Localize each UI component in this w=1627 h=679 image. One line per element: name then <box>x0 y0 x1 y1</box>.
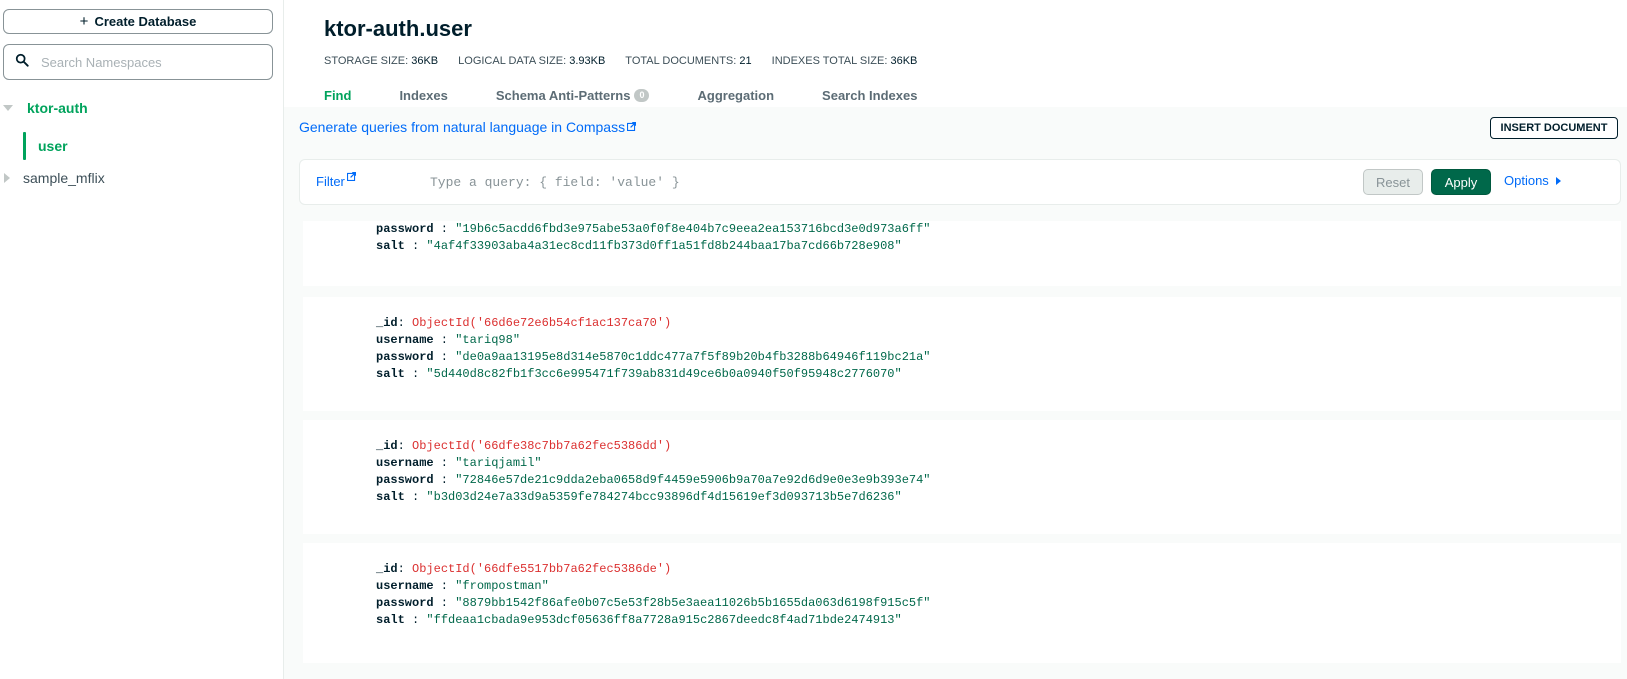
tab-schema-anti-patterns[interactable]: Schema Anti-Patterns 0 <box>496 86 650 104</box>
count-badge: 0 <box>634 88 650 102</box>
search-namespaces-input[interactable] <box>41 54 251 70</box>
field-salt[interactable]: salt : "b3d03d24e7a33d9a5359fe784274bcc9… <box>376 489 931 506</box>
document-fields: _id: ObjectId('66d6e72e6b54cf1ac137ca70'… <box>376 315 931 383</box>
field-username[interactable]: username : "frompostman" <box>376 578 931 595</box>
document-card[interactable]: _id: ObjectId('66dfe38c7bb7a62fec5386dd'… <box>303 420 1621 534</box>
document-fields: _id: ObjectId('66dfe5517bb7a62fec5386de'… <box>376 561 931 629</box>
field-password[interactable]: password : "8879bb1542f86afe0b07c5e53f28… <box>376 595 931 612</box>
natural-language-link[interactable]: Generate queries from natural language i… <box>299 119 637 135</box>
field-username[interactable]: username : "tariq98" <box>376 332 931 349</box>
tab-indexes[interactable]: Indexes <box>399 86 447 104</box>
main-panel: ktor-auth.user STORAGE SIZE: 36KB LOGICA… <box>284 0 1627 679</box>
tab-aggregation[interactable]: Aggregation <box>697 86 774 104</box>
query-bar: Filter Reset Apply Options <box>299 159 1621 205</box>
search-namespaces-box[interactable] <box>3 44 273 80</box>
document-list: password : "19b6c5acdd6fbd3e975abe53a0f0… <box>303 221 1621 679</box>
external-link-icon <box>627 122 637 131</box>
total-documents-stat: TOTAL DOCUMENTS: 21 <box>625 55 752 67</box>
caret-right-icon <box>1555 176 1561 185</box>
document-card[interactable]: password : "19b6c5acdd6fbd3e975abe53a0f0… <box>303 221 1621 286</box>
collection-stats: STORAGE SIZE: 36KB LOGICAL DATA SIZE: 3.… <box>324 55 917 67</box>
tab-bar: Find Indexes Schema Anti-Patterns 0 Aggre… <box>324 86 965 108</box>
filter-link[interactable]: Filter <box>316 172 356 189</box>
tab-find[interactable]: Find <box>324 86 351 104</box>
caret-right-icon[interactable] <box>4 173 10 183</box>
field-salt[interactable]: salt : "4af4f33903aba4a31ec8cd11fb373d0f… <box>376 238 931 255</box>
field-id[interactable]: _id: ObjectId('66dfe38c7bb7a62fec5386dd'… <box>376 438 931 455</box>
create-database-label: Create Database <box>94 14 197 29</box>
logical-size-stat: LOGICAL DATA SIZE: 3.93KB <box>458 55 606 67</box>
field-id[interactable]: _id: ObjectId('66dfe5517bb7a62fec5386de'… <box>376 561 931 578</box>
field-salt[interactable]: salt : "ffdeaa1cbada9e953dcf05636ff8a772… <box>376 612 931 629</box>
documents-area: Generate queries from natural language i… <box>284 107 1627 679</box>
document-card[interactable]: _id: ObjectId('66d6e72e6b54cf1ac137ca70'… <box>303 297 1621 411</box>
document-fields: password : "19b6c5acdd6fbd3e975abe53a0f0… <box>376 221 931 255</box>
database-label: ktor-auth <box>27 100 88 116</box>
field-password[interactable]: password : "de0a9aa13195e8d314e5870c1ddc… <box>376 349 931 366</box>
search-icon <box>15 53 29 72</box>
sidebar-item-sample-mflix[interactable]: sample_mflix <box>0 167 283 189</box>
sidebar-item-ktor-auth[interactable]: ktor-auth <box>0 98 283 120</box>
collection-label: user <box>38 138 68 154</box>
indexes-size-stat: INDEXES TOTAL SIZE: 36KB <box>771 55 918 67</box>
insert-document-button[interactable]: INSERT DOCUMENT <box>1490 117 1618 139</box>
options-button[interactable]: Options <box>1504 173 1561 188</box>
active-indicator <box>23 132 26 160</box>
field-id[interactable]: _id: ObjectId('66d6e72e6b54cf1ac137ca70'… <box>376 315 931 332</box>
caret-down-icon[interactable] <box>3 105 13 111</box>
sidebar: + Create Database ktor-auth user sample_… <box>0 0 284 679</box>
query-input[interactable] <box>430 170 1370 194</box>
external-link-icon <box>346 172 356 181</box>
sidebar-item-user[interactable]: user <box>0 132 283 160</box>
field-password[interactable]: password : "19b6c5acdd6fbd3e975abe53a0f0… <box>376 221 931 238</box>
storage-size-stat: STORAGE SIZE: 36KB <box>324 55 439 67</box>
database-label: sample_mflix <box>23 170 105 186</box>
apply-button[interactable]: Apply <box>1431 169 1491 195</box>
document-card[interactable]: _id: ObjectId('66dfe5517bb7a62fec5386de'… <box>303 543 1621 663</box>
tab-search-indexes[interactable]: Search Indexes <box>822 86 917 104</box>
page-title: ktor-auth.user <box>324 16 472 41</box>
document-fields: _id: ObjectId('66dfe38c7bb7a62fec5386dd'… <box>376 438 931 506</box>
create-database-button[interactable]: + Create Database <box>3 9 273 34</box>
field-username[interactable]: username : "tariqjamil" <box>376 455 931 472</box>
plus-icon: + <box>79 13 89 30</box>
reset-button[interactable]: Reset <box>1363 169 1423 195</box>
field-salt[interactable]: salt : "5d440d8c82fb1f3cc6e995471f739ab8… <box>376 366 931 383</box>
field-password[interactable]: password : "72846e57de21c9dda2eba0658d9f… <box>376 472 931 489</box>
